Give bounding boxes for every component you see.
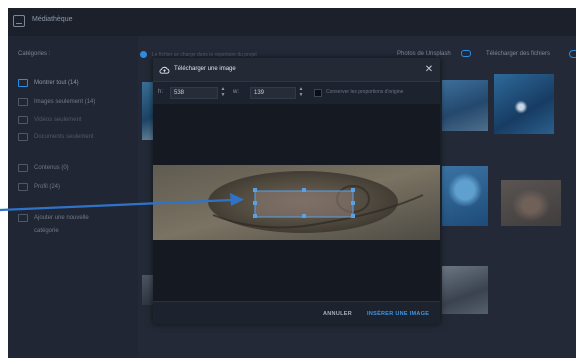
annotation-arrow-icon	[0, 193, 244, 212]
